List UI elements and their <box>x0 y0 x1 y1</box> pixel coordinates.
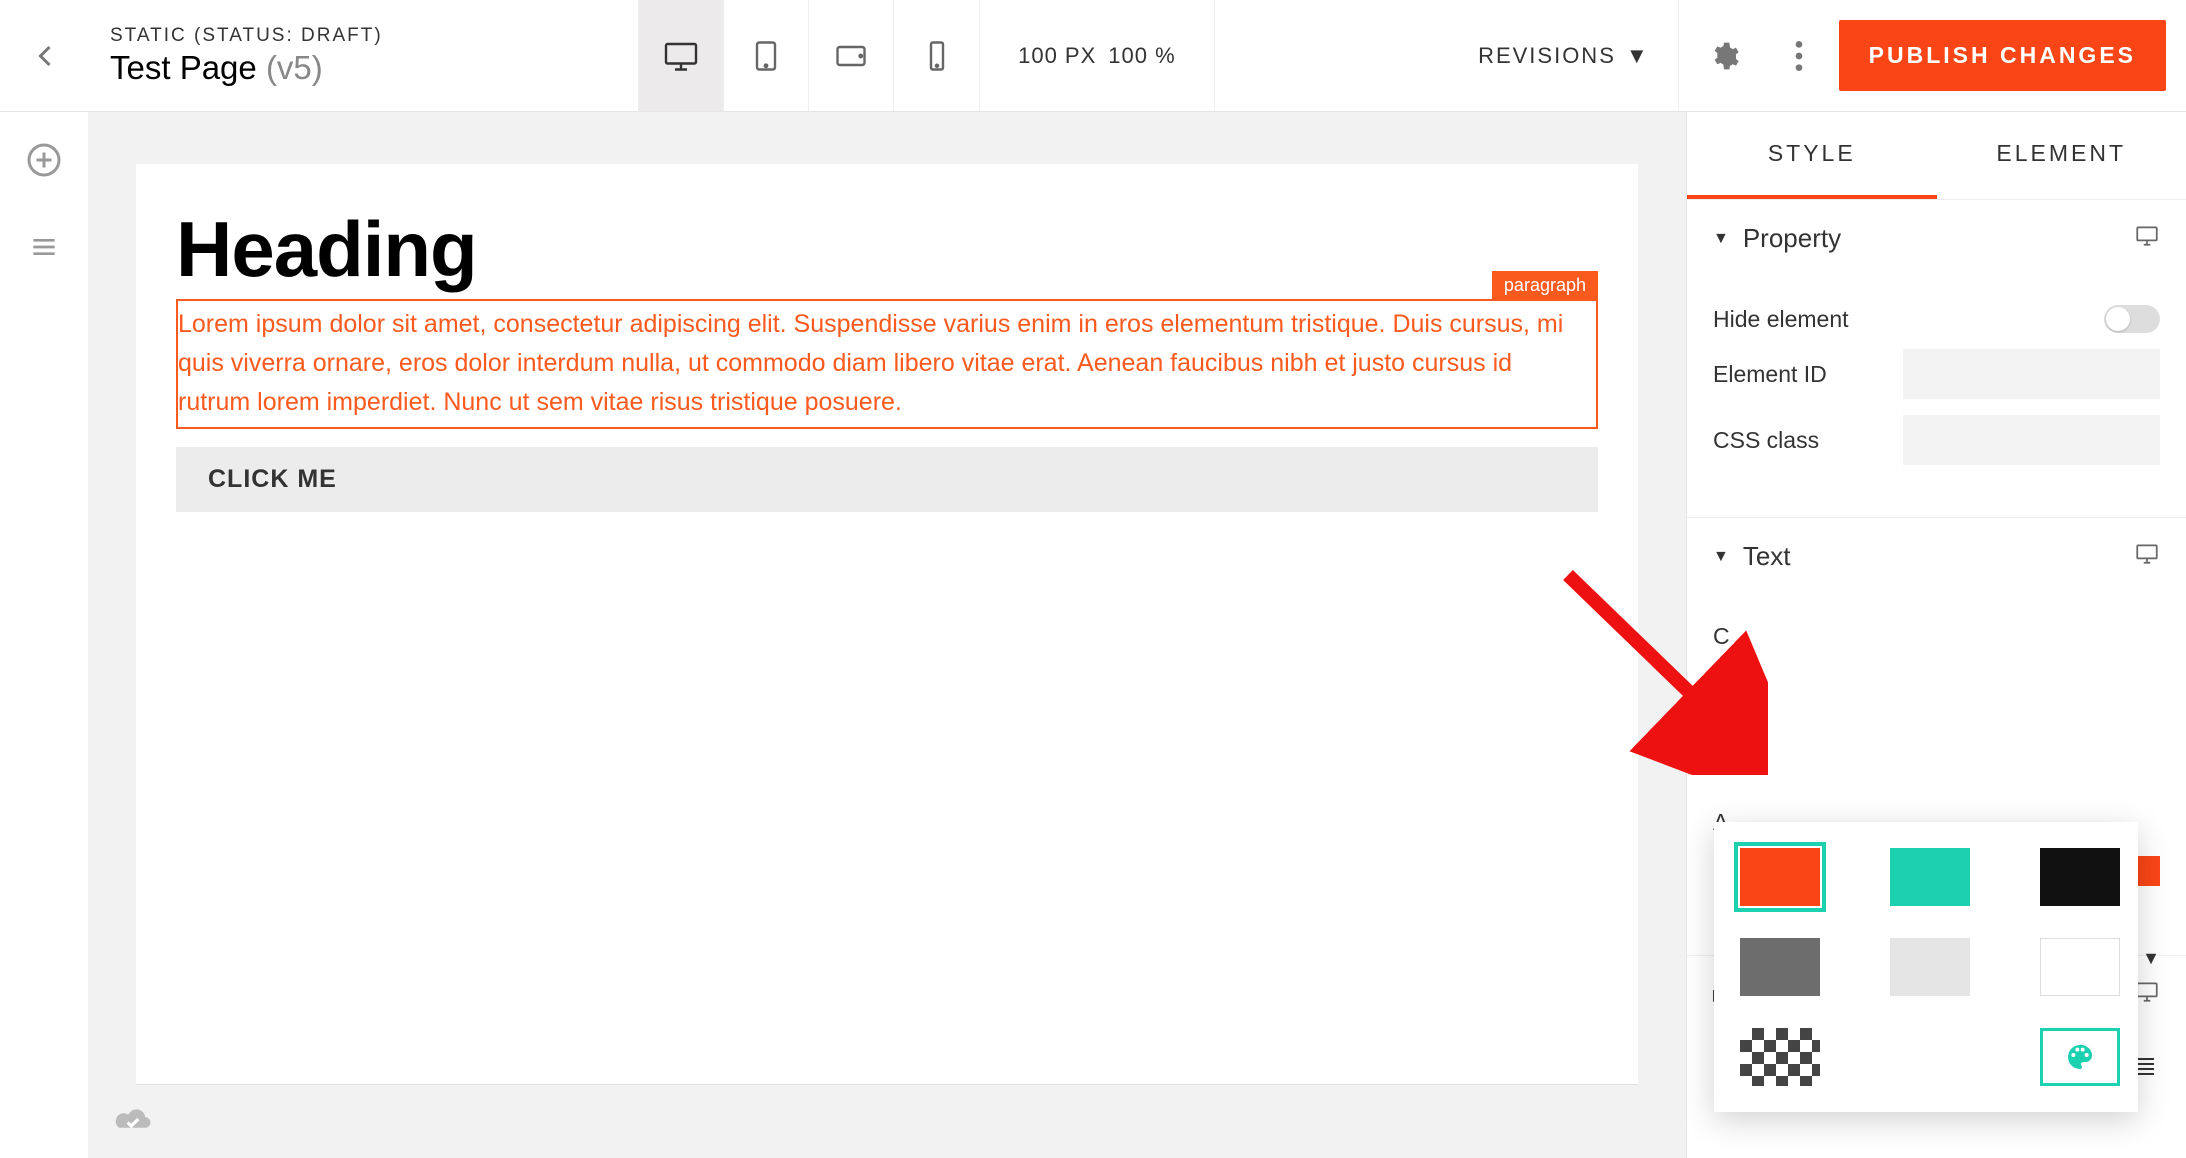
hide-element-toggle[interactable] <box>2104 305 2160 333</box>
zoom-indicator[interactable]: 100 PX 100 % <box>980 0 1215 111</box>
back-button[interactable] <box>0 0 90 111</box>
more-menu[interactable] <box>1769 41 1829 71</box>
revisions-label: REVISIONS <box>1478 43 1616 69</box>
paragraph-element[interactable]: Lorem ipsum dolor sit amet, consectetur … <box>178 305 1590 421</box>
zoom-px: 100 PX <box>1018 43 1096 69</box>
section-property-body: Hide element Element ID CSS class <box>1687 277 2186 517</box>
gear-icon <box>1708 40 1740 72</box>
color-swatch-light-gray[interactable] <box>1890 938 1970 996</box>
color-swatch-orange[interactable] <box>1740 848 1820 906</box>
typography-label-truncated: T <box>1713 716 1727 743</box>
color-swatch-transparent[interactable] <box>1740 1028 1820 1086</box>
left-rail <box>0 112 88 1158</box>
plus-circle-icon <box>26 142 62 178</box>
element-id-label: Element ID <box>1713 361 1903 388</box>
color-picker-popup <box>1714 822 2138 1112</box>
main: Heading paragraph Lorem ipsum dolor sit … <box>0 112 2186 1158</box>
device-desktop[interactable] <box>639 0 724 111</box>
right-panel: STYLE ELEMENT ▼ Property Hide element El… <box>1686 112 2186 1158</box>
row-element-id: Element ID <box>1713 349 2160 399</box>
caret-down-icon: ▼ <box>1626 43 1650 69</box>
revisions-dropdown[interactable]: REVISIONS ▼ <box>1450 0 1679 111</box>
phone-icon <box>919 38 955 74</box>
caret-down-icon: ▼ <box>1713 548 1729 566</box>
section-text-header[interactable]: ▼ Text <box>1687 518 2186 595</box>
row-css-class: CSS class <box>1713 415 2160 465</box>
color-swatch-gray[interactable] <box>1740 938 1820 996</box>
color-swatch-white[interactable] <box>2040 938 2120 996</box>
arrow-left-icon <box>27 38 63 74</box>
section-text-title: Text <box>1743 541 1791 572</box>
page-status: STATIC (STATUS: DRAFT) <box>110 25 383 47</box>
section-property-header[interactable]: ▼ Property <box>1687 200 2186 277</box>
css-class-input[interactable] <box>1903 415 2160 465</box>
heading-element[interactable]: Heading <box>176 204 1598 295</box>
css-class-label: CSS class <box>1713 427 1903 454</box>
panel-tabs: STYLE ELEMENT <box>1687 112 2186 199</box>
palette-icon <box>2064 1041 2096 1073</box>
color-swatch-black[interactable] <box>2040 848 2120 906</box>
tablet-landscape-icon <box>833 38 869 74</box>
device-tablet-landscape[interactable] <box>809 0 894 111</box>
selected-element-outline[interactable]: paragraph Lorem ipsum dolor sit amet, co… <box>176 299 1598 429</box>
publish-button[interactable]: PUBLISH CHANGES <box>1839 20 2166 91</box>
color-grid <box>1740 848 2112 1086</box>
page-name-text: Test Page <box>110 49 257 86</box>
custom-color-button[interactable] <box>2040 1028 2120 1086</box>
canvas-area[interactable]: Heading paragraph Lorem ipsum dolor sit … <box>88 112 1686 1158</box>
color-label-truncated: C <box>1713 623 1730 650</box>
kebab-icon <box>1795 41 1803 71</box>
top-bar: STATIC (STATUS: DRAFT) Test Page (v5) 10… <box>0 0 2186 112</box>
list-icon <box>28 231 60 263</box>
tab-element[interactable]: ELEMENT <box>1937 112 2186 199</box>
section-property: ▼ Property Hide element Element ID CSS c… <box>1687 199 2186 517</box>
selection-tag: paragraph <box>1492 271 1598 300</box>
add-button[interactable] <box>26 142 62 183</box>
caret-down-icon: ▼ <box>1713 230 1729 248</box>
hide-element-label: Hide element <box>1713 306 2104 333</box>
tablet-portrait-icon <box>748 38 784 74</box>
tab-style[interactable]: STYLE <box>1687 112 1937 199</box>
desktop-icon <box>663 38 699 74</box>
device-phone[interactable] <box>894 0 979 111</box>
page-name: Test Page (v5) <box>110 49 383 87</box>
section-property-title: Property <box>1743 223 1841 254</box>
element-id-input[interactable] <box>1903 349 2160 399</box>
row-color: C <box>1713 623 2160 650</box>
row-typography: T <box>1713 716 2160 743</box>
button-element[interactable]: CLICK ME <box>176 447 1598 512</box>
saved-indicator <box>112 1103 154 1140</box>
zoom-pct: 100 % <box>1108 43 1175 69</box>
page-canvas[interactable]: Heading paragraph Lorem ipsum dolor sit … <box>136 164 1638 1084</box>
page-version: (v5) <box>266 49 323 86</box>
desktop-icon <box>2134 540 2160 573</box>
settings-button[interactable] <box>1679 40 1769 72</box>
color-swatch-teal[interactable] <box>1890 848 1970 906</box>
outline-button[interactable] <box>28 231 60 268</box>
desktop-icon <box>2134 222 2160 255</box>
typography-dropdown-caret[interactable]: ▼ <box>2142 948 2160 969</box>
cloud-check-icon <box>112 1103 154 1135</box>
device-switcher <box>638 0 980 111</box>
device-tablet-portrait[interactable] <box>724 0 809 111</box>
page-title-block: STATIC (STATUS: DRAFT) Test Page (v5) <box>90 25 403 87</box>
row-hide-element: Hide element <box>1713 305 2160 333</box>
